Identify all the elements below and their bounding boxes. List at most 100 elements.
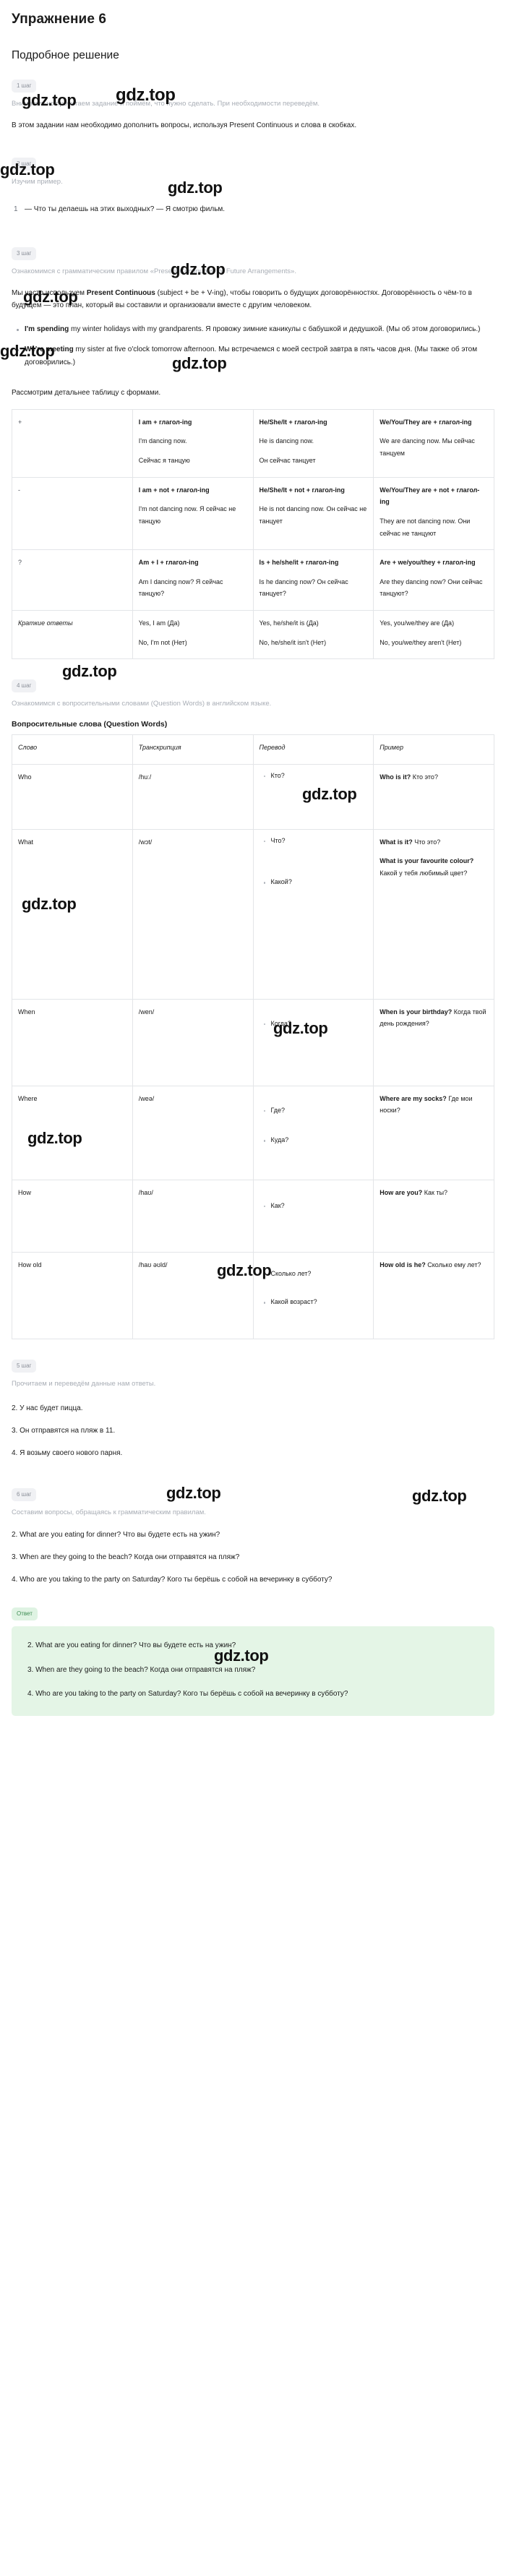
form-example-1: We are dancing now. Мы сейчас танцуем: [380, 437, 475, 457]
table-header-row: Слово Транскрипция Перевод Пример: [12, 734, 494, 765]
given-answer-line: 2. У нас будет пицца.: [12, 1404, 83, 1413]
table-row: - I am + not + глагол-ing I'm not dancin…: [12, 476, 494, 551]
form-example-1: I'm dancing now.: [138, 437, 187, 445]
form-example-1: I'm not dancing now. Я сейчас не танцую: [138, 505, 236, 525]
step-2-instruction: Изучим пример.: [12, 178, 63, 186]
form-sign: +: [18, 418, 22, 426]
qw-example-ru: Как ты?: [422, 1188, 448, 1196]
solution-heading: Подробное решение: [12, 49, 119, 61]
rule-example-bold: We're meeting: [25, 345, 74, 353]
step-2-example-text: — Что ты делаешь на этих выходных? — Я с…: [25, 205, 226, 213]
form-cell-i: Yes, I am (Да) No, I'm not (Нет): [132, 610, 254, 660]
question-words-heading: Вопросительные слова (Question Words): [12, 720, 168, 729]
qw-example2-ru: Какой у тебя любимый цвет?: [380, 869, 468, 877]
qw-word: Where: [12, 1085, 133, 1180]
qw-meaning-list: Кто?: [260, 771, 368, 781]
step-3-rule-text: Мы часто используем Present Continuous (…: [12, 287, 494, 312]
qw-word: What: [12, 828, 133, 1000]
form-example-2: Он сейчас танцует: [259, 456, 316, 464]
qw-meaning: Какой?: [263, 877, 368, 888]
form-sign: -: [18, 486, 20, 494]
forms-table-intro: Рассмотрим детальнее таблицу с формами.: [12, 388, 161, 397]
qw-meaning: Кто?: [263, 771, 368, 781]
form-head: Is + he/she/it + глагол-ing: [259, 559, 339, 567]
qw-example: When is your birthday? Когда твой день р…: [373, 998, 494, 1086]
step-4-chip: 4 шаг: [12, 679, 37, 693]
rule-example-item: I'm spending my winter holidays with my …: [17, 323, 494, 336]
qw-transcription: /weə/: [132, 1085, 254, 1180]
form-example-1: Are they dancing now? Они сейчас танцуют…: [380, 578, 483, 598]
table-row: + I am + глагол-ing I'm dancing now. Сей…: [12, 408, 494, 478]
qw-meaning-list: Как?: [260, 1187, 368, 1211]
table-row: When /wen/ Когда? When is your birthday?…: [12, 998, 494, 1086]
step-5-block: 5 шаг Прочитаем и переведём данные нам о…: [12, 1358, 494, 1460]
form-head: He/She/It + not + глагол-ing: [259, 486, 345, 494]
composed-question-line: 3. When are they going to the beach? Ког…: [12, 1553, 240, 1562]
step-5-chip: 5 шаг: [12, 1359, 37, 1373]
qw-example: How old is he? Сколько ему лет?: [373, 1251, 494, 1339]
qw-example-ru: Сколько ему лет?: [425, 1261, 481, 1268]
qw-example-en: What is it?: [380, 838, 413, 846]
form-cell-he: He/She/It + not + глагол-ing He is not d…: [252, 476, 374, 551]
qw-example-en: Who is it?: [380, 773, 411, 781]
form-head: I am + not + глагол-ing: [138, 486, 210, 494]
qw-example-en: Where are my socks?: [380, 1094, 447, 1102]
given-answer-line: 3. Он отправятся на пляж в 11.: [12, 1427, 116, 1435]
form-cell-he: He/She/It + глагол-ing He is dancing now…: [252, 408, 374, 478]
table-row: How old /haʊ əʊld/ Сколько лет? Какой во…: [12, 1251, 494, 1339]
table-row: How /haʊ/ Как? How are you? Как ты?: [12, 1179, 494, 1253]
qw-example: How are you? Как ты?: [373, 1179, 494, 1253]
qw-meaning-list: Сколько лет? Какой возраст?: [260, 1259, 368, 1308]
step-3-chip: 3 шаг: [12, 246, 37, 260]
step-4-instruction: Ознакомимся с вопросительными словами (Q…: [12, 700, 272, 708]
qw-meaning: Когда?: [263, 1019, 368, 1029]
short-answer-yes: Yes, I am (Да): [138, 619, 180, 627]
form-example-1: Am I dancing now? Я сейчас танцую?: [138, 578, 223, 598]
rule-example-rest: my sister at five o'clock tomorrow after…: [25, 345, 478, 366]
answer-line: 3. When are they going to the beach? Ког…: [27, 1665, 256, 1674]
rule-example-bold: I'm spending: [25, 325, 69, 333]
step-1-instruction: Внимательно прочитаем задание и поймём, …: [12, 100, 320, 108]
step-4-block: 4 шаг Ознакомимся с вопросительными слов…: [12, 678, 494, 1339]
table-row: Краткие ответы Yes, I am (Да) No, I'm no…: [12, 610, 494, 660]
rule-examples-list: I'm spending my winter holidays with my …: [12, 323, 494, 369]
form-example-1: Is he dancing now? Он сейчас танцует?: [259, 578, 348, 598]
solution-page: Упражнение 6 Подробное решение 1 шаг Вни…: [0, 0, 506, 1730]
form-cell-we: Are + we/you/they + глагол-ing Are they …: [373, 549, 494, 611]
form-example-1: They are not dancing now. Они сейчас не …: [380, 517, 471, 537]
short-answer-yes: Yes, he/she/it is (Да): [259, 619, 319, 627]
qw-example: Who is it? Кто это?: [373, 763, 494, 830]
qw-example: What is it? Что это? What is your favour…: [373, 828, 494, 1000]
form-head: He/She/It + глагол-ing: [259, 418, 327, 426]
step-6-chip: 6 шаг: [12, 1488, 37, 1502]
qw-meaning: Что?: [263, 836, 368, 846]
rule-term: Present Continuous: [86, 288, 155, 297]
step-3-block: 3 шаг Ознакомимся с грамматическим прави…: [12, 246, 494, 660]
page-title: Упражнение 6: [12, 12, 107, 27]
qw-word: When: [12, 998, 133, 1086]
form-cell-i: I am + not + глагол-ing I'm not dancing …: [132, 476, 254, 551]
qw-word: Who: [12, 763, 133, 830]
step-6-block: 6 шаг Составим вопросы, обращаясь к грам…: [12, 1487, 494, 1586]
short-answers-label: Краткие ответы: [18, 619, 73, 627]
column-header-translation: Перевод: [252, 734, 374, 765]
form-cell-i: I am + глагол-ing I'm dancing now. Сейча…: [132, 408, 254, 478]
qw-example-en: How are you?: [380, 1188, 423, 1196]
qw-meaning-list: Что? Какой?: [260, 836, 368, 888]
table-row: Where /weə/ Где? Куда? Where are my sock…: [12, 1085, 494, 1180]
qw-example-en: When is your birthday?: [380, 1008, 453, 1016]
qw-meaning: Где?: [263, 1106, 368, 1116]
answer-line: 2. What are you eating for dinner? Что в…: [27, 1641, 236, 1650]
step-5-instruction: Прочитаем и переведём данные нам ответы.: [12, 1379, 156, 1388]
table-row: Who /huː/ Кто? Who is it? Кто это?: [12, 763, 494, 830]
qw-meaning: Как?: [263, 1201, 368, 1211]
qw-example-ru: Что это?: [412, 838, 441, 846]
qw-transcription: /huː/: [132, 763, 254, 830]
column-header-example: Пример: [373, 734, 494, 765]
short-answer-no: No, I'm not (Нет): [138, 638, 187, 646]
qw-example-ru: Кто это?: [411, 773, 438, 781]
table-row: ? Am + I + глагол-ing Am I dancing now? …: [12, 549, 494, 611]
answer-box: 2. What are you eating for dinner? Что в…: [12, 1626, 494, 1716]
qw-meaning-list: Где? Куда?: [260, 1093, 368, 1146]
form-cell-we: We/You/They are + not + глагол-ing They …: [373, 476, 494, 551]
